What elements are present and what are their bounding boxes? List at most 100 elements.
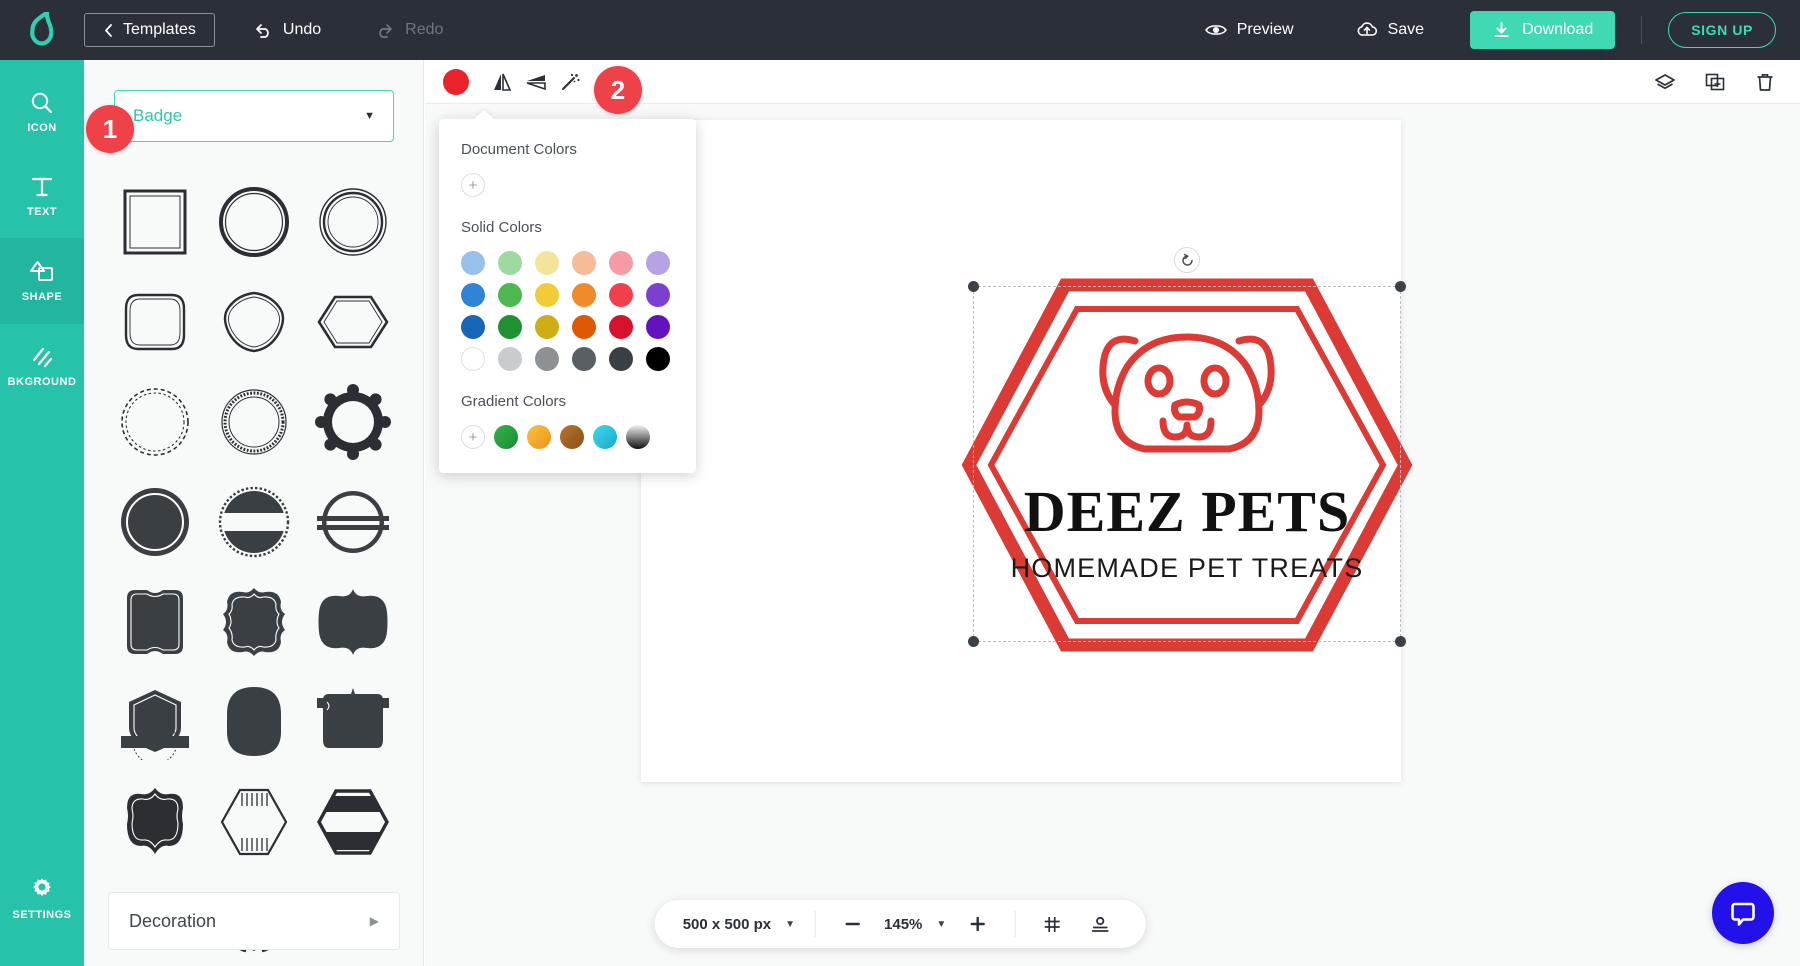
chevron-down-icon: ▼ <box>364 110 375 122</box>
chat-widget-button[interactable] <box>1712 882 1774 944</box>
shape-thumb-circle-gear-badge[interactable] <box>307 380 400 464</box>
solid-color-swatch[interactable] <box>461 347 485 371</box>
rotate-handle[interactable] <box>1174 247 1200 273</box>
solid-color-swatch[interactable] <box>535 315 559 339</box>
solid-color-swatch[interactable] <box>572 251 596 275</box>
shape-thumb-circle-double-ring[interactable] <box>207 180 300 264</box>
decoration-accordion[interactable]: Decoration ▶ <box>108 892 400 950</box>
chat-bubble-icon <box>1728 898 1758 928</box>
resize-handle-bottom-right[interactable] <box>1395 636 1406 647</box>
shape-thumb-blob-ornate[interactable] <box>307 580 400 664</box>
canvas-size-label: 500 x 500 px <box>683 916 771 933</box>
solid-color-swatch[interactable] <box>572 315 596 339</box>
gradient-color-swatch[interactable] <box>593 425 617 449</box>
sidebar-item-settings[interactable]: SETTINGS <box>0 856 84 940</box>
shape-thumb-rect-ribbon-ends[interactable] <box>307 680 400 764</box>
shape-thumb-circle-split-ribbon[interactable] <box>307 480 400 564</box>
shape-thumb-hexagon-rounded[interactable] <box>108 280 201 364</box>
shape-thumb-circle-scallop-dots[interactable] <box>108 380 201 464</box>
flip-vertical-icon[interactable] <box>519 65 553 99</box>
solid-color-swatch[interactable] <box>461 251 485 275</box>
snap-toggle-button[interactable] <box>1083 907 1117 941</box>
sidebar-item-icon[interactable]: ICON <box>0 70 84 154</box>
templates-button[interactable]: Templates <box>84 13 215 47</box>
shape-thumb-rect-ornate-frame[interactable] <box>108 580 201 664</box>
topbar-actions: Preview Save Download <box>1189 10 1800 50</box>
gradient-color-swatch[interactable] <box>560 425 584 449</box>
solid-color-swatch[interactable] <box>498 315 522 339</box>
shape-thumb-square-baroque[interactable] <box>207 580 300 664</box>
selection-box[interactable] <box>973 286 1401 642</box>
solid-color-swatch[interactable] <box>646 283 670 307</box>
layers-icon[interactable] <box>1648 65 1682 99</box>
magic-wand-icon[interactable] <box>553 65 587 99</box>
shape-thumb-quatrefoil-solid[interactable] <box>108 780 201 864</box>
gradient-color-swatch[interactable] <box>527 425 551 449</box>
solid-color-swatch[interactable] <box>535 283 559 307</box>
solid-color-swatch[interactable] <box>609 283 633 307</box>
add-document-color-button[interactable]: + <box>461 173 485 197</box>
grid-toggle-button[interactable] <box>1035 907 1069 941</box>
solid-color-swatch[interactable] <box>461 283 485 307</box>
fill-color-swatch[interactable] <box>443 69 469 95</box>
signup-button[interactable]: SIGN UP <box>1668 12 1776 48</box>
shape-thumb-square-frame[interactable] <box>108 180 201 264</box>
solid-color-swatch[interactable] <box>646 251 670 275</box>
solid-color-swatch[interactable] <box>498 251 522 275</box>
save-button[interactable]: Save <box>1340 10 1440 50</box>
shape-category-select[interactable]: Badge ▼ <box>114 90 394 142</box>
gear-icon <box>28 875 56 903</box>
zoom-level-label[interactable]: 145% <box>884 916 922 933</box>
shapes-icon <box>28 259 56 285</box>
zoom-in-button[interactable] <box>960 907 994 941</box>
shape-thumb-circle-solid-ring[interactable] <box>108 480 201 564</box>
shape-thumb-shield-banner[interactable] <box>108 680 201 764</box>
add-gradient-color-button[interactable]: + <box>461 425 485 449</box>
solid-color-swatch[interactable] <box>572 347 596 371</box>
solid-color-swatch[interactable] <box>498 283 522 307</box>
preview-button[interactable]: Preview <box>1189 10 1310 50</box>
gradient-color-swatch[interactable] <box>626 425 650 449</box>
shape-thumb-hexagon-rays[interactable] <box>207 780 300 864</box>
solid-color-swatch[interactable] <box>572 283 596 307</box>
solid-color-swatch[interactable] <box>535 251 559 275</box>
solid-color-swatch[interactable] <box>498 347 522 371</box>
shape-thumb-circle-rope-ring[interactable] <box>207 380 300 464</box>
solid-color-swatch[interactable] <box>609 315 633 339</box>
color-picker-popover[interactable]: Document Colors + Solid Colors Gradient … <box>439 119 696 473</box>
resize-handle-top-left[interactable] <box>968 281 979 292</box>
app-logo[interactable] <box>0 12 84 48</box>
shape-thumb-circle-banner-split[interactable] <box>207 480 300 564</box>
preview-label: Preview <box>1237 21 1294 39</box>
shape-thumb-diamond-wavy[interactable] <box>207 280 300 364</box>
zoom-out-button[interactable] <box>836 907 870 941</box>
sidebar-item-text[interactable]: TEXT <box>0 154 84 238</box>
download-label: Download <box>1522 21 1593 39</box>
sidebar-item-shape[interactable]: SHAPE <box>0 238 84 324</box>
shape-thumbnail-grid <box>108 180 400 850</box>
undo-button[interactable]: Undo <box>237 10 337 50</box>
shape-thumb-circle-thin-ring[interactable] <box>307 180 400 264</box>
solid-color-swatch[interactable] <box>535 347 559 371</box>
duplicate-icon[interactable] <box>1698 65 1732 99</box>
canvas-size-select[interactable]: 500 x 500 px ▼ <box>663 916 815 933</box>
shape-thumb-hexagon-wide[interactable] <box>307 280 400 364</box>
chevron-down-icon[interactable]: ▼ <box>936 919 946 930</box>
sidebar-item-bkground[interactable]: BKGROUND <box>0 324 84 408</box>
canvas-sheet[interactable]: DEEZ PETS HOMEMADE PET TREATS <box>641 120 1401 782</box>
resize-handle-top-right[interactable] <box>1395 281 1406 292</box>
solid-color-swatch[interactable] <box>609 251 633 275</box>
templates-label: Templates <box>123 21 196 39</box>
trash-icon[interactable] <box>1748 65 1782 99</box>
resize-handle-bottom-left[interactable] <box>968 636 979 647</box>
flip-horizontal-icon[interactable] <box>485 65 519 99</box>
shape-thumb-hexagon-stripes[interactable] <box>307 780 400 864</box>
solid-color-swatch[interactable] <box>609 347 633 371</box>
solid-color-swatch[interactable] <box>461 315 485 339</box>
redo-button[interactable]: Redo <box>359 10 459 50</box>
shape-thumb-oval-solid[interactable] <box>207 680 300 764</box>
solid-color-swatch[interactable] <box>646 347 670 371</box>
gradient-color-swatch[interactable] <box>494 425 518 449</box>
solid-color-swatch[interactable] <box>646 315 670 339</box>
download-button[interactable]: Download <box>1470 11 1615 49</box>
